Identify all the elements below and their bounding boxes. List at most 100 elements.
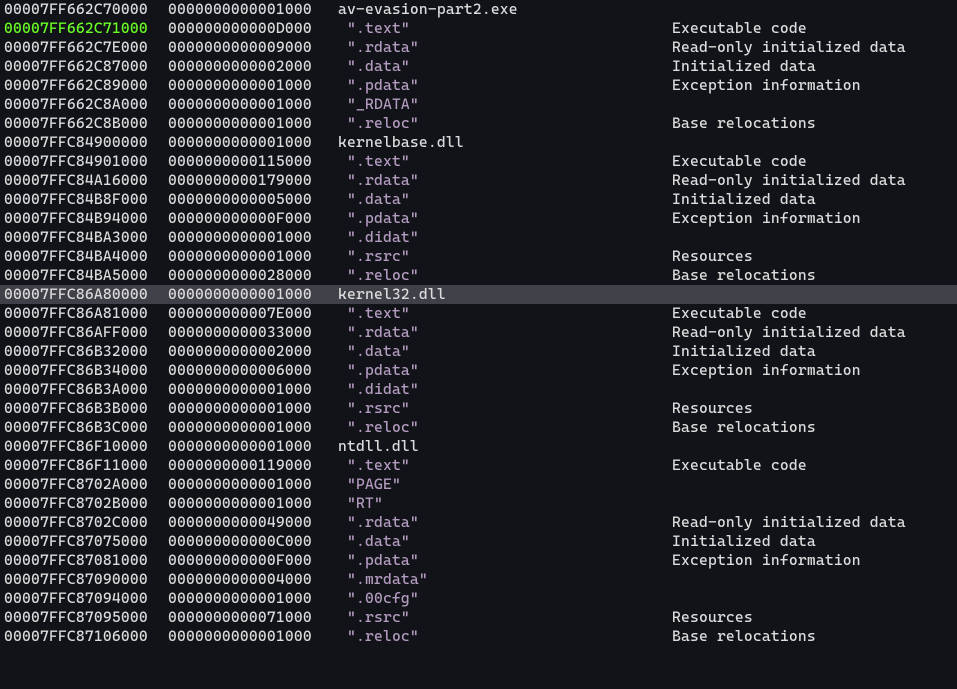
address-cell: 00007FFC87095000 [0, 608, 168, 627]
memory-map-row[interactable]: 00007FFC86B320000000000000002000 ".data"… [0, 342, 957, 361]
size-cell: 0000000000005000 [168, 190, 338, 209]
memory-map-row[interactable]: 00007FFC871060000000000000001000 ".reloc… [0, 627, 957, 646]
info-cell: Exception information [672, 76, 957, 95]
info-cell [672, 437, 957, 456]
address-cell: 00007FFC86B34000 [0, 361, 168, 380]
name-cell: ".data" [338, 190, 672, 209]
memory-map-row[interactable]: 00007FFC86A81000000000000007E000 ".text"… [0, 304, 957, 323]
address-cell: 00007FFC87081000 [0, 551, 168, 570]
memory-map-row[interactable]: 00007FF662C71000000000000000D000 ".text"… [0, 19, 957, 38]
size-cell: 0000000000009000 [168, 38, 338, 57]
memory-map-row[interactable]: 00007FFC86B340000000000000006000 ".pdata… [0, 361, 957, 380]
memory-map-row[interactable]: 00007FFC86B3A0000000000000001000 ".didat… [0, 380, 957, 399]
size-cell: 0000000000002000 [168, 57, 338, 76]
name-cell: ".mrdata" [338, 570, 672, 589]
name-cell: ".text" [338, 304, 672, 323]
memory-map-row[interactable]: 00007FFC84B8F0000000000000005000 ".data"… [0, 190, 957, 209]
size-cell: 0000000000028000 [168, 266, 338, 285]
memory-map-row[interactable]: 00007FFC86A800000000000000001000kernel32… [0, 285, 957, 304]
address-cell: 00007FFC84901000 [0, 152, 168, 171]
info-cell: Initialized data [672, 57, 957, 76]
name-cell: ".rdata" [338, 38, 672, 57]
memory-map-row[interactable]: 00007FFC87075000000000000000C000 ".data"… [0, 532, 957, 551]
size-cell: 0000000000001000 [168, 285, 338, 304]
info-cell [672, 95, 957, 114]
section-name: ".reloc" [347, 114, 419, 132]
address-cell: 00007FFC87090000 [0, 570, 168, 589]
address-cell: 00007FFC8702B000 [0, 494, 168, 513]
address-cell: 00007FFC86A81000 [0, 304, 168, 323]
name-cell: ".pdata" [338, 551, 672, 570]
memory-map-row[interactable]: 00007FFC870940000000000000001000 ".00cfg… [0, 589, 957, 608]
size-cell: 0000000000001000 [168, 418, 338, 437]
size-cell: 000000000000F000 [168, 551, 338, 570]
memory-map-row[interactable]: 00007FF662C890000000000000001000 ".pdata… [0, 76, 957, 95]
memory-map-row[interactable]: 00007FFC870900000000000000004000 ".mrdat… [0, 570, 957, 589]
size-cell: 0000000000001000 [168, 95, 338, 114]
memory-map-row[interactable]: 00007FFC849010000000000000115000 ".text"… [0, 152, 957, 171]
name-cell: ".text" [338, 152, 672, 171]
name-cell: ".pdata" [338, 209, 672, 228]
address-cell: 00007FFC87106000 [0, 627, 168, 646]
section-name: ".data" [347, 57, 410, 75]
name-cell: ".text" [338, 456, 672, 475]
address-cell: 00007FFC84B94000 [0, 209, 168, 228]
info-cell: Exception information [672, 361, 957, 380]
memory-map-row[interactable]: 00007FFC87081000000000000000F000 ".pdata… [0, 551, 957, 570]
memory-map-row[interactable]: 00007FFC849000000000000000001000kernelba… [0, 133, 957, 152]
section-name: ".rdata" [347, 323, 419, 341]
memory-map-row[interactable]: 00007FF662C7E0000000000000009000 ".rdata… [0, 38, 957, 57]
address-cell: 00007FFC8702A000 [0, 475, 168, 494]
info-cell: Initialized data [672, 190, 957, 209]
memory-map-row[interactable]: 00007FFC84B94000000000000000F000 ".pdata… [0, 209, 957, 228]
size-cell: 000000000000F000 [168, 209, 338, 228]
info-cell: Resources [672, 247, 957, 266]
memory-map-row[interactable]: 00007FFC84BA50000000000000028000 ".reloc… [0, 266, 957, 285]
info-cell: Base relocations [672, 114, 957, 133]
info-cell: Exception information [672, 551, 957, 570]
address-cell: 00007FFC86A80000 [0, 285, 168, 304]
address-cell: 00007FFC86B32000 [0, 342, 168, 361]
name-cell: ".rdata" [338, 171, 672, 190]
memory-map-row[interactable]: 00007FFC86B3B0000000000000001000 ".rsrc"… [0, 399, 957, 418]
memory-map-row[interactable]: 00007FFC86AFF0000000000000033000 ".rdata… [0, 323, 957, 342]
size-cell: 0000000000001000 [168, 475, 338, 494]
memory-map-row[interactable]: 00007FFC86F110000000000000119000 ".text"… [0, 456, 957, 475]
memory-map-row[interactable]: 00007FFC86F100000000000000001000ntdll.dl… [0, 437, 957, 456]
memory-map-row[interactable]: 00007FFC84A160000000000000179000 ".rdata… [0, 171, 957, 190]
memory-map-row[interactable]: 00007FFC8702B0000000000000001000 "RT" [0, 494, 957, 513]
name-cell: kernel32.dll [338, 285, 672, 304]
memory-map-table[interactable]: 00007FF662C700000000000000001000av-evasi… [0, 0, 957, 646]
memory-map-row[interactable]: 00007FFC84BA30000000000000001000 ".didat… [0, 228, 957, 247]
section-name: ".data" [347, 190, 410, 208]
memory-map-row[interactable]: 00007FF662C8A0000000000000001000 "_RDATA… [0, 95, 957, 114]
size-cell: 000000000007E000 [168, 304, 338, 323]
section-name: ".data" [347, 532, 410, 550]
memory-map-row[interactable]: 00007FF662C700000000000000001000av-evasi… [0, 0, 957, 19]
size-cell: 0000000000001000 [168, 399, 338, 418]
name-cell: ".rdata" [338, 323, 672, 342]
address-cell: 00007FFC84A16000 [0, 171, 168, 190]
info-cell: Base relocations [672, 627, 957, 646]
address-cell: 00007FFC84BA3000 [0, 228, 168, 247]
address-cell: 00007FF662C7E000 [0, 38, 168, 57]
memory-map-row[interactable]: 00007FFC84BA40000000000000001000 ".rsrc"… [0, 247, 957, 266]
memory-map-row[interactable]: 00007FFC86B3C0000000000000001000 ".reloc… [0, 418, 957, 437]
name-cell: ".rsrc" [338, 608, 672, 627]
memory-map-row[interactable]: 00007FFC870950000000000000071000 ".rsrc"… [0, 608, 957, 627]
name-cell: ".didat" [338, 228, 672, 247]
memory-map-row[interactable]: 00007FF662C870000000000000002000 ".data"… [0, 57, 957, 76]
memory-map-row[interactable]: 00007FFC8702C0000000000000049000 ".rdata… [0, 513, 957, 532]
section-name: ".rdata" [347, 171, 419, 189]
info-cell [672, 228, 957, 247]
name-cell: kernelbase.dll [338, 133, 672, 152]
memory-map-row[interactable]: 00007FFC8702A0000000000000001000 "PAGE" [0, 475, 957, 494]
name-cell: ".text" [338, 19, 672, 38]
address-cell: 00007FFC86B3B000 [0, 399, 168, 418]
size-cell: 0000000000001000 [168, 0, 338, 19]
info-cell: Read-only initialized data [672, 513, 957, 532]
size-cell: 000000000000C000 [168, 532, 338, 551]
memory-map-row[interactable]: 00007FF662C8B0000000000000001000 ".reloc… [0, 114, 957, 133]
section-name: ".reloc" [347, 627, 419, 645]
name-cell: "RT" [338, 494, 672, 513]
